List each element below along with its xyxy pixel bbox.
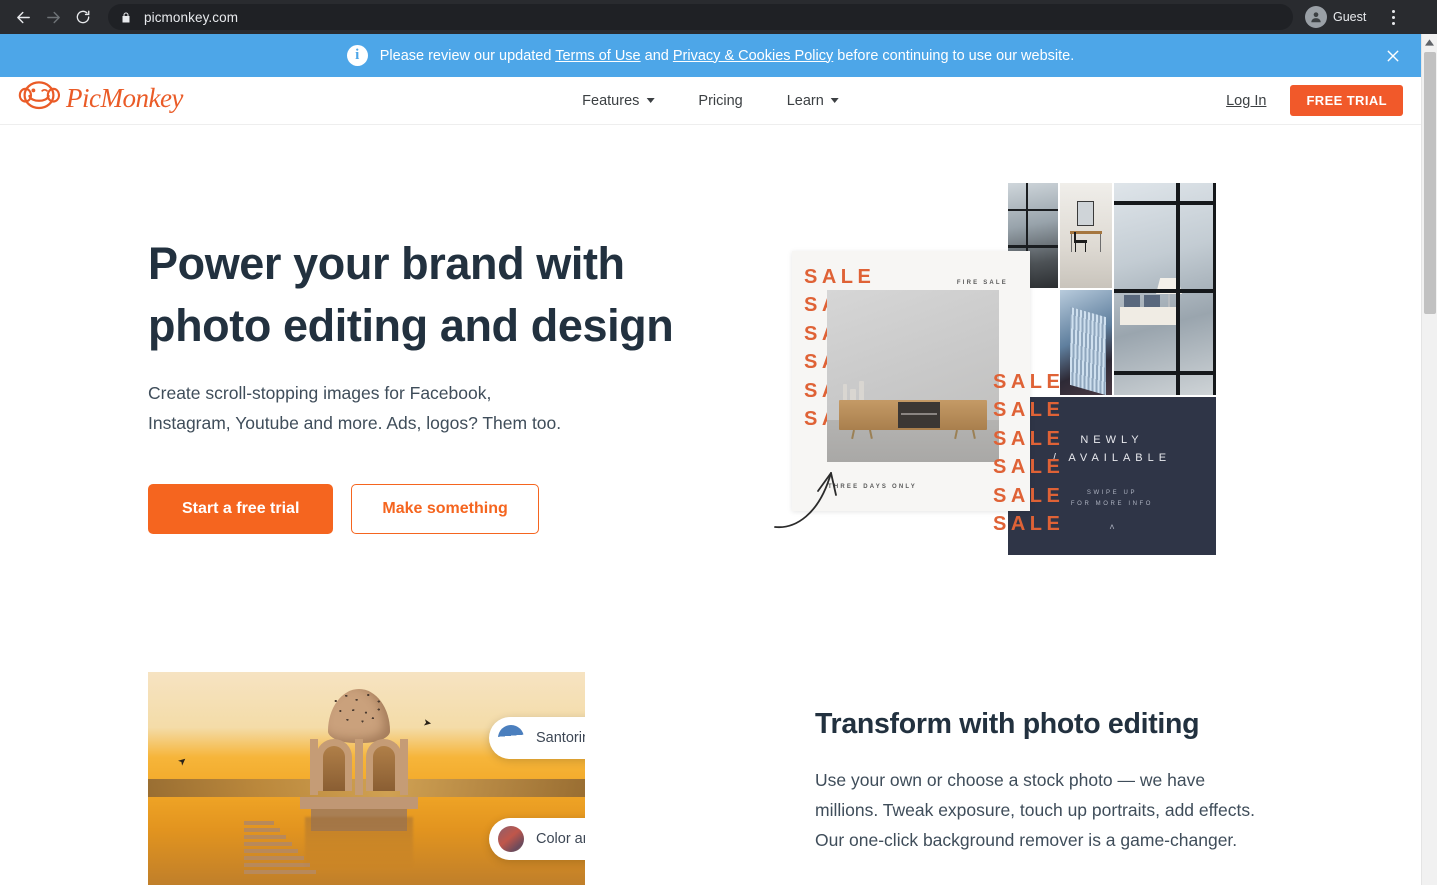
temple-structure <box>300 689 419 834</box>
glass-partition-lounge-photo <box>1114 183 1216 395</box>
hero-title-line2: photo editing and design <box>148 299 674 351</box>
section-title: Transform with photo editing <box>815 708 1200 740</box>
sale-word: SALE <box>993 399 1065 422</box>
sale-word: SALE <box>993 484 1065 507</box>
kebab-dot <box>1391 15 1395 19</box>
hero-section: Power your brand with photo editing and … <box>148 233 708 535</box>
reload-button[interactable] <box>68 2 98 32</box>
bird-icon: ➤ <box>175 754 190 769</box>
scrollbar-thumb[interactable] <box>1424 52 1436 314</box>
lock-icon <box>120 11 132 24</box>
scroll-up-arrow-icon[interactable] <box>1422 34 1437 50</box>
sunset-temple-photo: ➤ ➤ ➤ ➤ <box>148 672 585 885</box>
chevron-up-icon: ˄ <box>1109 521 1115 532</box>
info-icon: i <box>346 45 368 66</box>
nav-label: Pricing <box>698 92 743 109</box>
sale-word: SALE <box>993 456 1065 479</box>
kebab-dot <box>1391 21 1395 25</box>
cookie-banner-content: i Please review our updated Terms of Use… <box>346 45 1075 66</box>
page-content: Power your brand with photo editing and … <box>0 125 1421 885</box>
login-link[interactable]: Log In <box>1226 93 1266 109</box>
panel-line1: NEWLY <box>1080 434 1144 446</box>
hero-subtitle: Create scroll-stopping images for Facebo… <box>148 378 708 438</box>
hero-subtitle-line1: Create scroll-stopping images for Facebo… <box>148 383 492 404</box>
chip-label: Color amp <box>536 831 585 847</box>
swipe-line1: SWIPE UP <box>1086 490 1138 496</box>
color-amp-thumbnail-icon <box>498 826 524 852</box>
sideboard-photo <box>827 290 999 462</box>
panel-line2: / AVAILABLE <box>1052 452 1172 464</box>
swipe-instructions: SWIPE UP FOR MORE INFO <box>1071 488 1153 510</box>
console-table-photo <box>1060 183 1112 288</box>
page-title: Power your brand with photo editing and … <box>148 233 708 356</box>
santorini-thumbnail-icon <box>498 725 524 751</box>
bird-icon: ➤ <box>422 717 433 730</box>
profile-button[interactable]: Guest <box>1303 4 1376 30</box>
kebab-dot <box>1391 9 1395 13</box>
curved-arrow-icon <box>774 472 837 529</box>
hero-title-line1: Power your brand with <box>148 238 625 289</box>
picmonkey-logo[interactable]: PicMonkey <box>18 80 183 117</box>
nav-item-pricing[interactable]: Pricing <box>698 93 742 109</box>
color-amp-preset-chip[interactable]: Color amp <box>489 818 585 860</box>
swipe-line2: FOR MORE INFO <box>1070 500 1154 507</box>
chip-label: Santorini <box>536 730 585 746</box>
back-arrow-icon <box>15 9 32 26</box>
forward-arrow-icon <box>45 9 62 26</box>
terms-of-use-link[interactable]: Terms of Use <box>555 48 640 64</box>
browser-chrome: picmonkey.com Guest <box>0 0 1437 34</box>
transform-section: Transform with photo editing Use your ow… <box>815 708 1255 855</box>
profile-label: Guest <box>1333 10 1367 24</box>
cookie-text-middle: and <box>640 47 673 64</box>
forward-button[interactable] <box>38 2 68 32</box>
cookie-text-after: before continuing to use our website. <box>833 47 1075 64</box>
sale-text-right: SALE SALE SALE SALE SALE SALE <box>993 368 1064 538</box>
nav-label: Features <box>582 92 640 109</box>
hero-cta-group: Start a free trial Make something <box>148 484 708 535</box>
sale-word: SALE <box>804 266 876 288</box>
nav-item-learn[interactable]: Learn <box>787 93 839 109</box>
sale-word: SALE <box>993 371 1065 393</box>
skyscraper-photo <box>1060 290 1112 395</box>
cookie-banner-text: Please review our updated Terms of Use a… <box>380 48 1075 64</box>
nav-label: Learn <box>786 92 824 109</box>
close-icon[interactable] <box>1381 44 1405 68</box>
sale-word: SALE <box>993 512 1065 535</box>
section-body: Use your own or choose a stock photo — w… <box>815 770 1256 851</box>
start-free-trial-button[interactable]: Start a free trial <box>148 484 334 535</box>
hero-collage: NEWLY / AVAILABLE SWIPE UP FOR MORE INFO… <box>774 183 1220 683</box>
privacy-policy-link[interactable]: Privacy & Cookies Policy <box>673 48 833 64</box>
make-something-button[interactable]: Make something <box>351 484 539 535</box>
santorini-preset-chip[interactable]: Santorini <box>489 717 585 759</box>
reload-icon <box>75 9 91 25</box>
logo-text: PicMonkey <box>66 83 183 113</box>
url-text: picmonkey.com <box>144 9 239 25</box>
hero-subtitle-line2: Instagram, Youtube and more. Ads, logos?… <box>148 413 562 434</box>
vases-decor <box>843 381 864 400</box>
site-header: PicMonkey Features Pricing Learn Log In … <box>0 77 1421 125</box>
page-scrollbar[interactable] <box>1421 34 1437 885</box>
avatar <box>1305 6 1327 28</box>
nav-item-features[interactable]: Features <box>582 92 655 109</box>
water-reflection <box>305 816 414 867</box>
back-button[interactable] <box>8 2 38 32</box>
free-trial-button[interactable]: FREE TRIAL <box>1290 85 1403 116</box>
address-bar[interactable]: picmonkey.com <box>108 4 1293 30</box>
chevron-down-icon <box>830 98 839 103</box>
kebab-menu-icon[interactable] <box>1380 2 1406 32</box>
sideboard-furniture <box>839 400 987 439</box>
header-actions: Log In FREE TRIAL <box>1226 85 1403 116</box>
sale-word: SALE <box>993 427 1065 450</box>
cookie-consent-banner: i Please review our updated Terms of Use… <box>0 34 1421 77</box>
fire-sale-label: FIRE SALE <box>956 280 1008 286</box>
monkey-icon <box>18 80 61 117</box>
chevron-down-icon <box>646 98 655 103</box>
cookie-text-before: Please review our updated <box>379 47 556 64</box>
main-navigation: Features Pricing Learn <box>582 93 839 109</box>
